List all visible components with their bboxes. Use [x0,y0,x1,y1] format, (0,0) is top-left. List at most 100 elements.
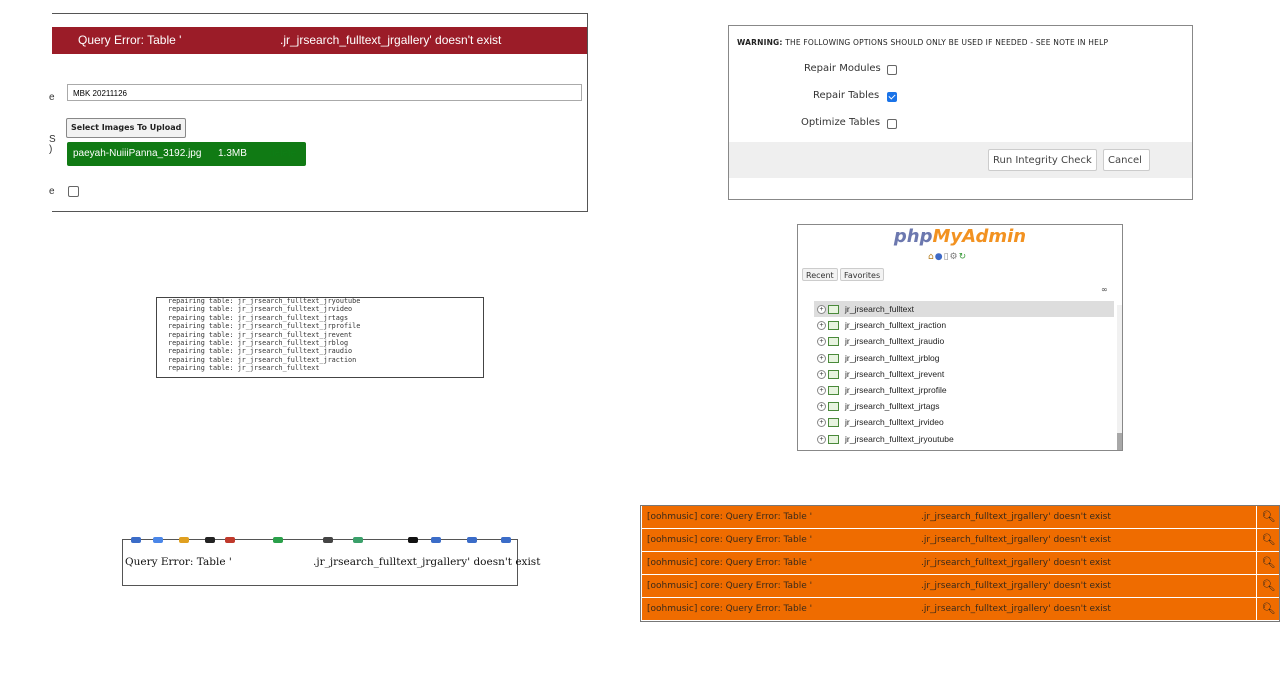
log-line: repairing table: jr_jrsearch_fulltext_jr… [168,305,353,314]
dialog-footer: Run Integrity Check Cancel [729,142,1192,178]
table-icon [828,402,839,412]
logo-myadmin: MyAdmin [932,226,1027,247]
select-images-button[interactable]: Select Images To Upload [66,118,187,138]
logo-php: php [893,226,933,247]
tab-favorites[interactable]: Favorites [840,268,885,281]
table-name[interactable]: jr_jrsearch_fulltext_jrevent [845,366,944,382]
home-icon[interactable]: ⌂ [928,252,935,262]
log-line: repairing table: jr_jrsearch_fulltext_jr… [168,330,353,339]
warning-label: WARNING: [737,38,783,47]
cancel-button[interactable]: Cancel [1103,149,1150,171]
search-icon[interactable]: 🔍︎ [1256,506,1280,528]
repair-modules-label: Repair Modules [804,63,881,74]
repair-tables-checkbox[interactable] [887,92,897,102]
expand-icon[interactable]: + [817,385,826,395]
search-icon[interactable]: 🔍︎ [1256,529,1280,551]
table-name[interactable]: jr_jrsearch_fulltext [845,301,914,317]
table-icon [828,353,839,363]
warning-text: WARNING: THE FOLLOWING OPTIONS SHOULD ON… [737,38,1108,47]
table-row[interactable]: + jr_jrsearch_fulltext_jryoutube [814,431,1114,447]
file-delete-link[interactable]: delete [269,142,296,166]
file-name: paeyah-NuiiiPanna_3192.jpg [73,148,202,159]
edge-label: ) [49,144,53,155]
log-row: [oohmusic] core: Query Error: Table ' .j… [642,598,1279,621]
link-icon[interactable]: ∞ [1101,285,1108,294]
scrollbar-thumb[interactable] [1117,433,1122,450]
reload-icon[interactable]: ↻ [959,252,968,262]
tab-recent[interactable]: Recent [802,268,838,281]
error-text-left: Query Error: Table ' [125,556,232,568]
table-icon [828,418,839,428]
table-tree: + jr_jrsearch_fulltext + jr_jrsearch_fullt… [814,301,1114,447]
log-line: repairing table: jr_jrsearch_fulltext_jr… [168,322,361,331]
warning-message: THE FOLLOWING OPTIONS SHOULD ONLY BE USE… [782,38,1109,47]
file-size: 1.3MB [218,148,247,159]
log-row: [oohmusic] core: Query Error: Table ' .j… [642,575,1279,598]
table-row[interactable]: + jr_jrsearch_fulltext_jrblog [814,350,1114,366]
log-text-right: .jr_jrsearch_fulltext_jrgallery' doesn't… [921,604,1111,614]
log-text-left: [oohmusic] core: Query Error: Table ' [647,558,813,568]
log-line: repairing table: jr_jrsearch_fulltext [168,364,320,373]
title-input[interactable]: MBK 20211126 [67,84,582,101]
table-name[interactable]: jr_jrsearch_fulltext_jryoutube [845,431,954,447]
log-row: [oohmusic] core: Query Error: Table ' .j… [642,529,1279,552]
table-row[interactable]: + jr_jrsearch_fulltext_jraction [814,317,1114,333]
table-name[interactable]: jr_jrsearch_fulltext_jraudio [845,333,944,349]
table-row[interactable]: + jr_jrsearch_fulltext_jrtags [814,398,1114,414]
table-name[interactable]: jr_jrsearch_fulltext_jraction [845,317,946,333]
log-line: repairing table: jr_jrsearch_fulltext_jr… [168,297,361,305]
log-line: repairing table: jr_jrsearch_fulltext_jr… [168,313,349,322]
error-log-list: [oohmusic] core: Query Error: Table ' .j… [640,505,1280,622]
table-name[interactable]: jr_jrsearch_fulltext_jrvideo [845,414,944,430]
expand-icon[interactable]: + [817,369,826,379]
toolbar-icons: ⌂●▯⚙↻ [928,252,967,264]
query-error-box: Query Error: Table ' .jr_jrsearch_fullte… [122,537,540,586]
log-line: repairing table: jr_jrsearch_fulltext_jr… [168,347,353,356]
table-row[interactable]: + jr_jrsearch_fulltext_jraudio [814,333,1114,349]
error-text-right: .jr_jrsearch_fulltext_jrgallery' doesn't… [313,556,541,568]
option-checkbox[interactable] [68,186,79,197]
table-icon [828,321,839,331]
run-integrity-check-button[interactable]: Run Integrity Check [988,149,1097,171]
optimize-tables-checkbox[interactable] [887,119,897,129]
log-text-right: .jr_jrsearch_fulltext_jrgallery' doesn't… [921,581,1111,591]
expand-icon[interactable]: + [817,353,826,363]
upload-form-panel: Query Error: Table ' .jr_jrsearch_fullte… [49,13,588,212]
expand-icon[interactable]: + [817,305,826,314]
query-error-bar: Query Error: Table ' .jr_jrsearch_fullte… [52,27,587,54]
log-text-right: .jr_jrsearch_fulltext_jrgallery' doesn't… [921,535,1111,545]
log-row: [oohmusic] core: Query Error: Table ' .j… [642,552,1279,575]
expand-icon[interactable]: + [817,418,826,428]
table-row[interactable]: + jr_jrsearch_fulltext_jrvideo [814,414,1114,430]
log-line: repairing table: jr_jrsearch_fulltext_jr… [168,339,349,348]
scrollbar[interactable] [1117,305,1122,450]
log-line: repairing table: jr_jrsearch_fulltext_jr… [168,355,357,364]
logout-icon[interactable]: ● [935,252,944,262]
repair-log-panel: repairing table: jr_jrsearch_fulltext_jr… [156,297,484,378]
error-message: Query Error: Table ' .jr_jrsearch_fullte… [125,556,540,568]
repair-log: repairing table: jr_jrsearch_fulltext_jr… [168,297,361,373]
expand-icon[interactable]: + [817,434,826,444]
log-text-right: .jr_jrsearch_fulltext_jrgallery' doesn't… [921,558,1111,568]
table-icon [828,385,839,395]
uploaded-file-chip: paeyah-NuiiiPanna_3192.jpg 1.3MB delete [67,142,306,166]
expand-icon[interactable]: + [817,321,826,331]
log-text-left: [oohmusic] core: Query Error: Table ' [647,581,813,591]
search-icon[interactable]: 🔍︎ [1256,552,1280,574]
integrity-check-panel: WARNING: THE FOLLOWING OPTIONS SHOULD ON… [728,25,1193,200]
phpmyadmin-logo[interactable]: phpMyAdmin [798,226,1122,247]
table-icon [828,369,839,379]
repair-modules-checkbox[interactable] [887,65,897,75]
table-row[interactable]: + jr_jrsearch_fulltext_jrprofile [814,382,1114,398]
table-icon [828,305,839,314]
settings-icon[interactable]: ⚙ [950,252,959,262]
search-icon[interactable]: 🔍︎ [1256,598,1280,620]
table-row[interactable]: + jr_jrsearch_fulltext [814,301,1114,318]
table-row[interactable]: + jr_jrsearch_fulltext_jrevent [814,366,1114,382]
expand-icon[interactable]: + [817,337,826,347]
table-name[interactable]: jr_jrsearch_fulltext_jrprofile [845,382,947,398]
expand-icon[interactable]: + [817,402,826,412]
table-name[interactable]: jr_jrsearch_fulltext_jrblog [845,350,940,366]
search-icon[interactable]: 🔍︎ [1256,575,1280,597]
table-name[interactable]: jr_jrsearch_fulltext_jrtags [845,398,939,414]
